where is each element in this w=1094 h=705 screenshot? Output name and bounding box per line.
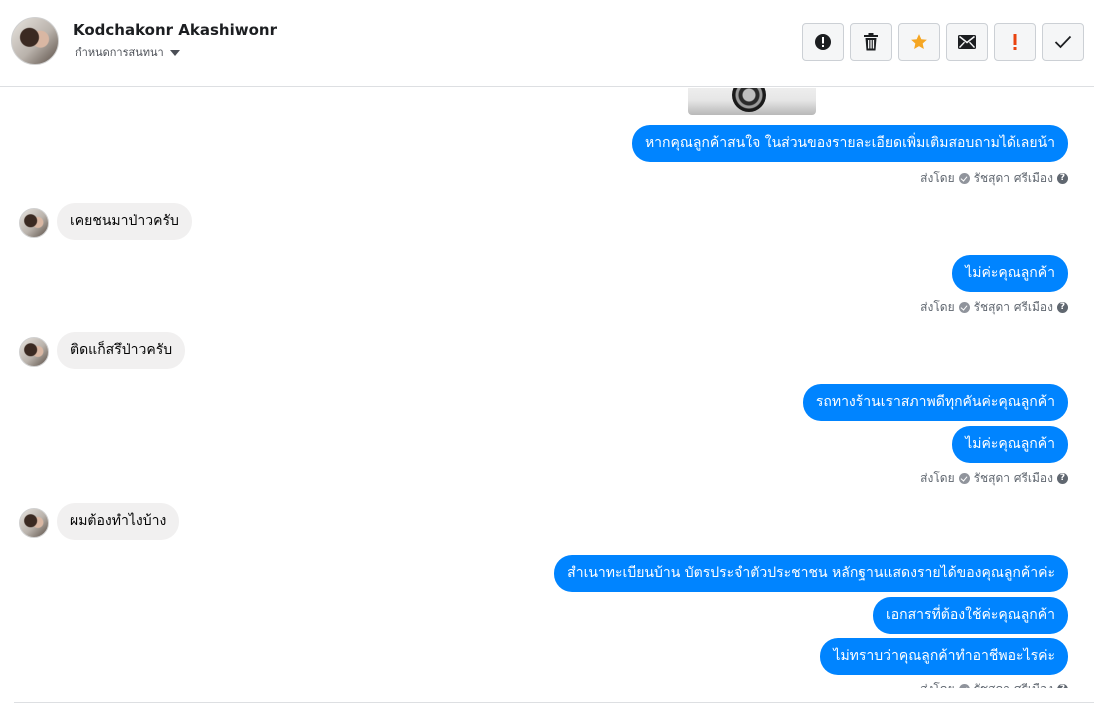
envelope-icon — [958, 35, 976, 49]
incoming-message[interactable]: ติดแก็สรึป่าวครับ — [57, 332, 186, 369]
incoming-message[interactable]: ผมต้องทำไงบ้าง — [57, 503, 180, 540]
check-circle-icon — [958, 302, 970, 313]
sent-by-agent: รัชสุดา ศรีเมือง — [973, 171, 1053, 185]
contact-avatar-small — [19, 508, 49, 538]
sent-by-agent: รัชสุดา ศรีเมือง — [973, 300, 1053, 314]
schedule-dropdown[interactable]: กำหนดการสนทนา — [75, 43, 180, 61]
check-circle-icon — [958, 173, 970, 184]
priority-button[interactable] — [994, 23, 1036, 61]
sent-by-label: ส่งโดย — [920, 471, 955, 485]
contact-avatar[interactable] — [11, 17, 59, 65]
sent-by-label: ส่งโดย — [920, 680, 954, 688]
report-spam-button[interactable] — [802, 23, 844, 61]
car-photo-attachment[interactable] — [688, 88, 816, 115]
sent-by-label: ส่งโดย — [920, 300, 955, 314]
message-thread[interactable]: หากคุณลูกค้าสนใจ ในส่วนของรายละเอียดเพิ่… — [0, 88, 1094, 688]
star-button[interactable] — [898, 23, 940, 61]
help-icon[interactable]: ? — [1057, 684, 1068, 688]
delete-button[interactable] — [850, 23, 892, 61]
help-icon[interactable]: ? — [1057, 173, 1068, 184]
contact-avatar-small — [19, 208, 49, 238]
outgoing-message[interactable]: ไม่ค่ะคุณลูกค้า — [952, 426, 1068, 463]
caret-down-icon — [169, 49, 180, 56]
sent-by-agent: รัชสุดา ศรีเมือง — [974, 680, 1053, 688]
check-circle-icon — [958, 684, 970, 688]
sent-by-info: ส่งโดย รัชสุดา ศรีเมือง ? — [920, 469, 1068, 488]
schedule-label: กำหนดการสนทนา — [75, 46, 164, 59]
sent-by-agent: รัชสุดา ศรีเมือง — [973, 471, 1053, 485]
outgoing-message[interactable]: รถทางร้านเราสภาพดีทุกคันค่ะคุณลูกค้า — [802, 384, 1068, 421]
mark-unread-button[interactable] — [946, 23, 988, 61]
help-icon[interactable]: ? — [1057, 473, 1068, 484]
sent-by-info: ส่งโดย รัชสุดา ศรีเมือง ? — [920, 169, 1068, 188]
trash-icon — [864, 33, 878, 51]
mark-done-button[interactable] — [1042, 23, 1084, 61]
incoming-message[interactable]: เคยชนมาป่าวครับ — [57, 203, 192, 240]
conversation-toolbar — [802, 23, 1084, 61]
outgoing-message[interactable]: ไม่ค่ะคุณลูกค้า — [952, 255, 1068, 292]
outgoing-message[interactable]: ไม่ทราบว่าคุณลูกค้าทำอาชีพอะไรค่ะ — [820, 638, 1068, 675]
check-circle-icon — [958, 473, 970, 484]
car-wheel-image — [732, 88, 766, 112]
check-icon — [1054, 35, 1072, 49]
composer-divider — [14, 702, 1094, 703]
sent-by-label: ส่งโดย — [920, 171, 955, 185]
contact-avatar-small — [19, 337, 49, 367]
help-icon[interactable]: ? — [1057, 302, 1068, 313]
outgoing-message[interactable]: สำเนาทะเบียนบ้าน บัตรประจำตัวประชาชน หลั… — [554, 555, 1068, 592]
exclamation-icon — [1013, 34, 1017, 50]
contact-name[interactable]: Kodchakonr Akashiwonr — [73, 21, 277, 39]
outgoing-message[interactable]: หากคุณลูกค้าสนใจ ในส่วนของรายละเอียดเพิ่… — [631, 125, 1068, 162]
outgoing-message[interactable]: เอกสารที่ต้องใช้ค่ะคุณลูกค้า — [872, 597, 1068, 634]
exclamation-circle-icon — [815, 34, 831, 50]
sent-by-info: ส่งโดย รัชสุดา ศรีเมือง ? — [920, 680, 1068, 688]
sent-by-info: ส่งโดย รัชสุดา ศรีเมือง ? — [920, 298, 1068, 317]
conversation-header: Kodchakonr Akashiwonr กำหนดการสนทนา — [0, 0, 1094, 87]
star-icon — [911, 34, 927, 49]
